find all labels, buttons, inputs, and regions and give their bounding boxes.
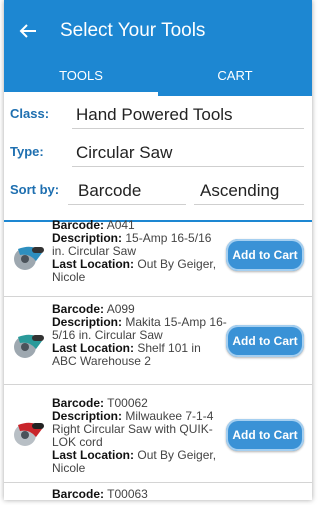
type-select[interactable]: Circular Saw: [72, 143, 304, 167]
location-label: Last Location:: [52, 341, 135, 355]
tab-bar: TOOLS CART: [4, 62, 312, 96]
description-label: Description:: [52, 409, 123, 423]
barcode-value: A041: [106, 218, 135, 232]
class-label: Class:: [10, 106, 50, 121]
item-info: Barcode: A099 Description: Makita 15-Amp…: [52, 297, 227, 368]
tool-list: Barcode: A041 Description: 15-Amp 16-5/1…: [4, 211, 312, 500]
class-row: Class: Hand Powered Tools: [4, 96, 312, 134]
sort-label: Sort by:: [10, 182, 60, 197]
barcode-value: T00062: [107, 396, 148, 410]
barcode-label: Barcode:: [52, 218, 105, 232]
screen: Select Your Tools TOOLS CART Class: Hand…: [4, 0, 312, 500]
add-to-cart-button[interactable]: Add to Cart: [226, 419, 304, 451]
sort-field-select[interactable]: Barcode: [68, 181, 186, 205]
list-item: Barcode: A041 Description: 15-Amp 16-5/1…: [4, 211, 312, 297]
class-select[interactable]: Hand Powered Tools: [72, 105, 304, 129]
app-bar: Select Your Tools: [4, 0, 312, 62]
page-title: Select Your Tools: [60, 20, 206, 41]
type-row: Type: Circular Saw: [4, 134, 312, 172]
barcode-label: Barcode:: [52, 396, 105, 410]
barcode-label: Barcode:: [52, 487, 105, 501]
list-item: Barcode: T00062 Description: Milwaukee 7…: [4, 385, 312, 483]
location-label: Last Location:: [52, 448, 135, 462]
arrow-left-icon[interactable]: [18, 18, 44, 44]
barcode-value: T00063: [107, 487, 148, 501]
type-label: Type:: [10, 144, 44, 159]
description-label: Description:: [52, 315, 123, 329]
circular-saw-icon: [12, 327, 46, 361]
barcode-label: Barcode:: [52, 302, 105, 316]
barcode-value: A099: [106, 302, 135, 316]
add-to-cart-button[interactable]: Add to Cart: [226, 239, 304, 271]
item-info: Barcode: A041 Description: 15-Amp 16-5/1…: [52, 211, 227, 284]
item-info: Barcode: T00062 Description: Milwaukee 7…: [52, 385, 227, 475]
item-info: Barcode: T00063: [52, 483, 227, 501]
sort-order-select[interactable]: Ascending: [194, 181, 304, 205]
sort-row: Sort by: Barcode Ascending: [4, 172, 312, 210]
tab-tools[interactable]: TOOLS: [4, 62, 158, 96]
description-label: Description:: [52, 231, 123, 245]
list-item: Barcode: A099 Description: Makita 15-Amp…: [4, 297, 312, 385]
add-to-cart-button[interactable]: Add to Cart: [226, 325, 304, 357]
location-label: Last Location:: [52, 257, 135, 271]
circular-saw-red-icon: [12, 415, 46, 449]
list-item: Barcode: T00063: [4, 483, 312, 501]
circular-saw-icon: [12, 239, 46, 273]
tab-cart[interactable]: CART: [158, 62, 312, 96]
